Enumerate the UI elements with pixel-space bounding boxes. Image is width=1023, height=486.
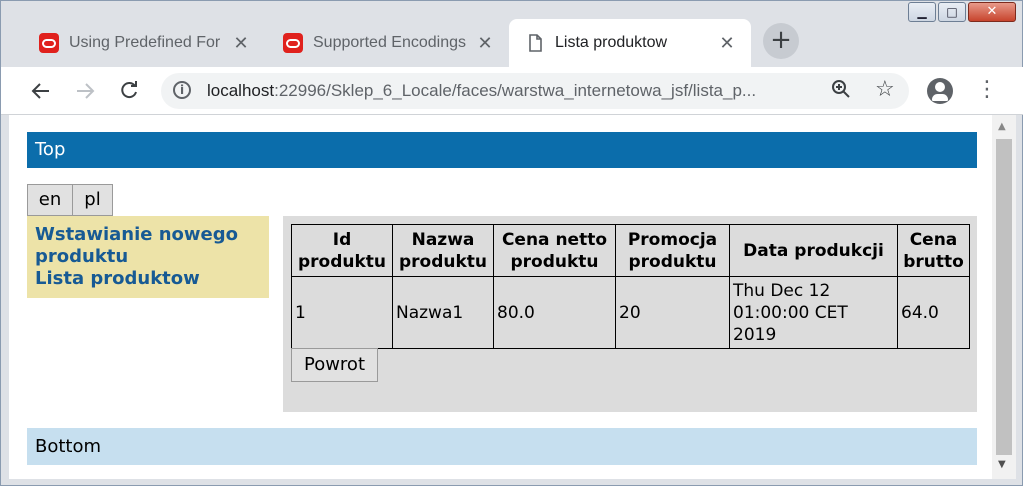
tab-close-icon[interactable]: ✕	[475, 33, 495, 54]
top-header: Top	[27, 132, 977, 168]
minimize-icon: ▁	[917, 5, 927, 19]
window-controls: ▁ □ ✕	[906, 2, 1016, 22]
close-window-button[interactable]: ✕	[968, 2, 1016, 22]
scroll-down-arrow-icon[interactable]: ▼	[998, 459, 1006, 470]
cell-id: 1	[291, 276, 393, 349]
tab-supported-encodings[interactable]: Supported Encodings ✕	[267, 19, 509, 67]
url-path: :22996/Sklep_6_Locale/faces/warstwa_inte…	[274, 81, 757, 100]
oracle-icon	[39, 33, 59, 53]
tab-title: Using Predefined For	[69, 34, 221, 51]
arrow-right-icon	[77, 83, 95, 99]
header-id: Id produktu	[291, 224, 393, 277]
scrollbar-thumb[interactable]	[996, 139, 1012, 455]
more-menu-icon[interactable]: ⋮	[976, 76, 998, 104]
reload-icon	[121, 81, 137, 99]
tab-title: Lista produktow	[555, 34, 668, 51]
maximize-icon: □	[946, 5, 958, 19]
forward-button[interactable]	[71, 77, 99, 105]
back-powrot-button[interactable]: Powrot	[291, 348, 378, 382]
left-navigation: Wstawianie nowego produktu Lista produkt…	[27, 216, 269, 298]
product-list-link[interactable]: Lista produktow	[35, 268, 269, 290]
tab-title: Supported Encodings	[313, 34, 466, 51]
cell-promotion: 20	[615, 276, 730, 349]
cell-gross-price: 64.0	[897, 276, 970, 349]
cell-production-date: Thu Dec 12 01:00:00 CET 2019	[729, 276, 898, 349]
insert-product-link[interactable]: Wstawianie nowego produktu	[35, 224, 269, 268]
arrow-left-icon	[31, 83, 49, 99]
url-host: localhost	[207, 81, 275, 100]
products-table: Id produktu Nazwa produktu Cena netto pr…	[291, 224, 970, 349]
vertical-scrollbar[interactable]: ▲ ▼	[992, 115, 1016, 479]
table-row: 1 Nazwa1 80.0 20 Thu Dec 12 01:00:00 CET…	[291, 276, 970, 349]
header-net-price: Cena netto produktu	[493, 224, 616, 277]
lang-en-button[interactable]: en	[27, 184, 73, 216]
scroll-up-arrow-icon[interactable]: ▲	[998, 121, 1006, 132]
tab-using-predefined-formats[interactable]: Using Predefined For ✕	[23, 19, 265, 67]
bookmark-star-icon[interactable]: ☆	[875, 77, 895, 102]
header-name: Nazwa produktu	[392, 224, 494, 277]
maximize-button[interactable]: □	[938, 2, 966, 22]
browser-window: Using Predefined For ✕ Supported Encodin…	[0, 0, 1023, 486]
info-icon[interactable]: i	[173, 81, 191, 99]
profile-avatar-icon[interactable]	[927, 78, 953, 104]
main-content: Id produktu Nazwa produktu Cena netto pr…	[283, 216, 977, 412]
browser-toolbar: i localhost:22996/Sklep_6_Locale/faces/w…	[1, 67, 1023, 115]
tab-strip: Using Predefined For ✕ Supported Encodin…	[1, 1, 1023, 67]
close-icon: ✕	[986, 4, 998, 19]
tab-close-icon[interactable]: ✕	[231, 33, 251, 54]
minimize-button[interactable]: ▁	[908, 2, 936, 22]
oracle-icon	[283, 33, 303, 53]
page-viewport: Top en pl Wstawianie nowego produktu Lis…	[9, 115, 992, 479]
new-tab-button[interactable]: +	[763, 23, 799, 59]
cell-net-price: 80.0	[493, 276, 616, 349]
header-gross-price: Cena brutto	[897, 224, 970, 277]
back-button[interactable]	[27, 77, 55, 105]
tab-close-icon[interactable]: ✕	[717, 33, 737, 54]
header-promotion: Promocja produktu	[615, 224, 730, 277]
tab-lista-produktow[interactable]: Lista produktow ✕	[509, 19, 751, 67]
table-header-row: Id produktu Nazwa produktu Cena netto pr…	[291, 224, 970, 277]
plus-icon: +	[770, 25, 792, 55]
reload-button[interactable]	[115, 77, 143, 105]
address-bar[interactable]: i localhost:22996/Sklep_6_Locale/faces/w…	[161, 73, 909, 109]
document-icon	[529, 34, 542, 52]
cell-name: Nazwa1	[392, 276, 494, 349]
url-text[interactable]: localhost:22996/Sklep_6_Locale/faces/war…	[207, 81, 756, 101]
lang-pl-button[interactable]: pl	[72, 184, 113, 216]
header-production-date: Data produkcji	[729, 224, 898, 277]
zoom-icon[interactable]	[831, 79, 851, 104]
bottom-footer: Bottom	[27, 428, 977, 465]
